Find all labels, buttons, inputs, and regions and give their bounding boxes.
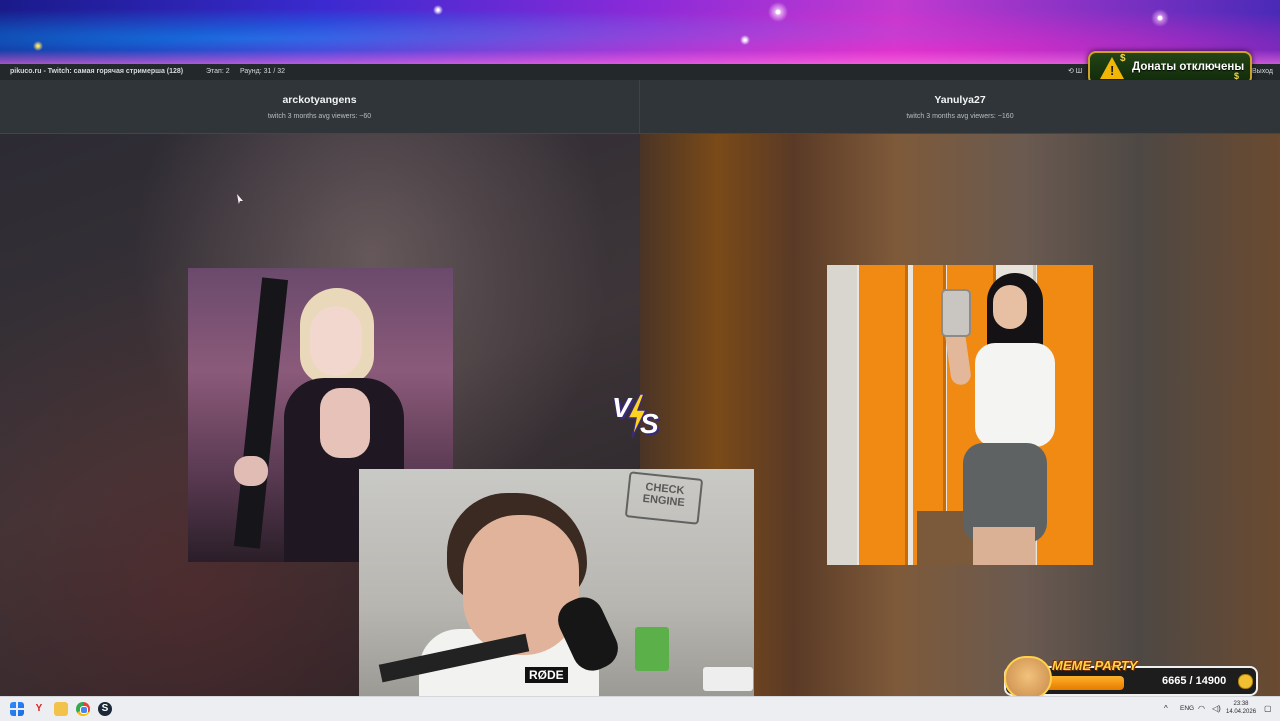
- meme-party-count: 6665 / 14900: [1162, 675, 1227, 687]
- volume-icon[interactable]: ◁): [1212, 697, 1221, 721]
- donations-label: Донаты отключены: [1132, 61, 1245, 73]
- versus-s: S: [640, 408, 659, 439]
- left-contestant-viewers: twitch 3 months avg viewers: ~60: [267, 113, 372, 120]
- steam-icon[interactable]: S: [98, 702, 112, 716]
- network-icon[interactable]: ◠: [1198, 697, 1205, 721]
- yandex-browser-icon[interactable]: Y: [32, 702, 46, 716]
- meme-party-progress: [1046, 676, 1124, 690]
- taskbar: Y S ^ ENG ◠ ◁) 23:38 14.04.2026 ▢: [0, 696, 1280, 721]
- right-contestant-photo[interactable]: [827, 265, 1093, 565]
- stage-label: Этап: 2: [206, 68, 230, 75]
- warning-exclamation: !: [1110, 63, 1115, 78]
- app-title: pikuco.ru - Twitch: самая горячая стриме…: [10, 68, 184, 75]
- coin-icon: [1238, 674, 1253, 689]
- doge-icon: [1004, 656, 1052, 700]
- windows-start-icon[interactable]: [10, 702, 24, 716]
- left-contestant-header: arckotyangens twitch 3 months avg viewer…: [0, 80, 640, 134]
- exit-link[interactable]: Выход: [1252, 64, 1273, 80]
- left-contestant-name: arckotyangens: [282, 94, 357, 106]
- tray-overflow-icon[interactable]: ^: [1164, 697, 1168, 721]
- webcam-overlay: CHECK ENGINE RØDE: [359, 469, 754, 696]
- round-label: Раунд: 31 / 32: [240, 68, 285, 75]
- right-contestant-header: Yanulya27 twitch 3 months avg viewers: ~…: [640, 80, 1280, 134]
- notifications-icon[interactable]: ▢: [1264, 697, 1272, 721]
- wall-sign: CHECK ENGINE: [624, 471, 704, 525]
- clock-time: 23:38: [1233, 701, 1249, 707]
- language-indicator[interactable]: ENG: [1180, 697, 1194, 721]
- right-contestant-viewers: twitch 3 months avg viewers: ~160: [906, 113, 1014, 120]
- clock-date: 14.04.2026: [1226, 709, 1257, 715]
- meme-party-widget: MEME PARTY 6665 / 14900: [1004, 656, 1258, 700]
- versus-badge: V S: [610, 392, 666, 440]
- back-link[interactable]: ⟲ Ш: [1068, 64, 1082, 80]
- clock[interactable]: 23:38 14.04.2026: [1226, 700, 1256, 716]
- right-contestant-name: Yanulya27: [934, 94, 986, 106]
- meme-party-title: MEME PARTY: [1052, 658, 1138, 673]
- file-explorer-icon[interactable]: [54, 702, 68, 716]
- dollar-icon: $: [1120, 53, 1126, 64]
- mic-brand: RØDE: [525, 667, 568, 683]
- chrome-icon[interactable]: [76, 702, 90, 716]
